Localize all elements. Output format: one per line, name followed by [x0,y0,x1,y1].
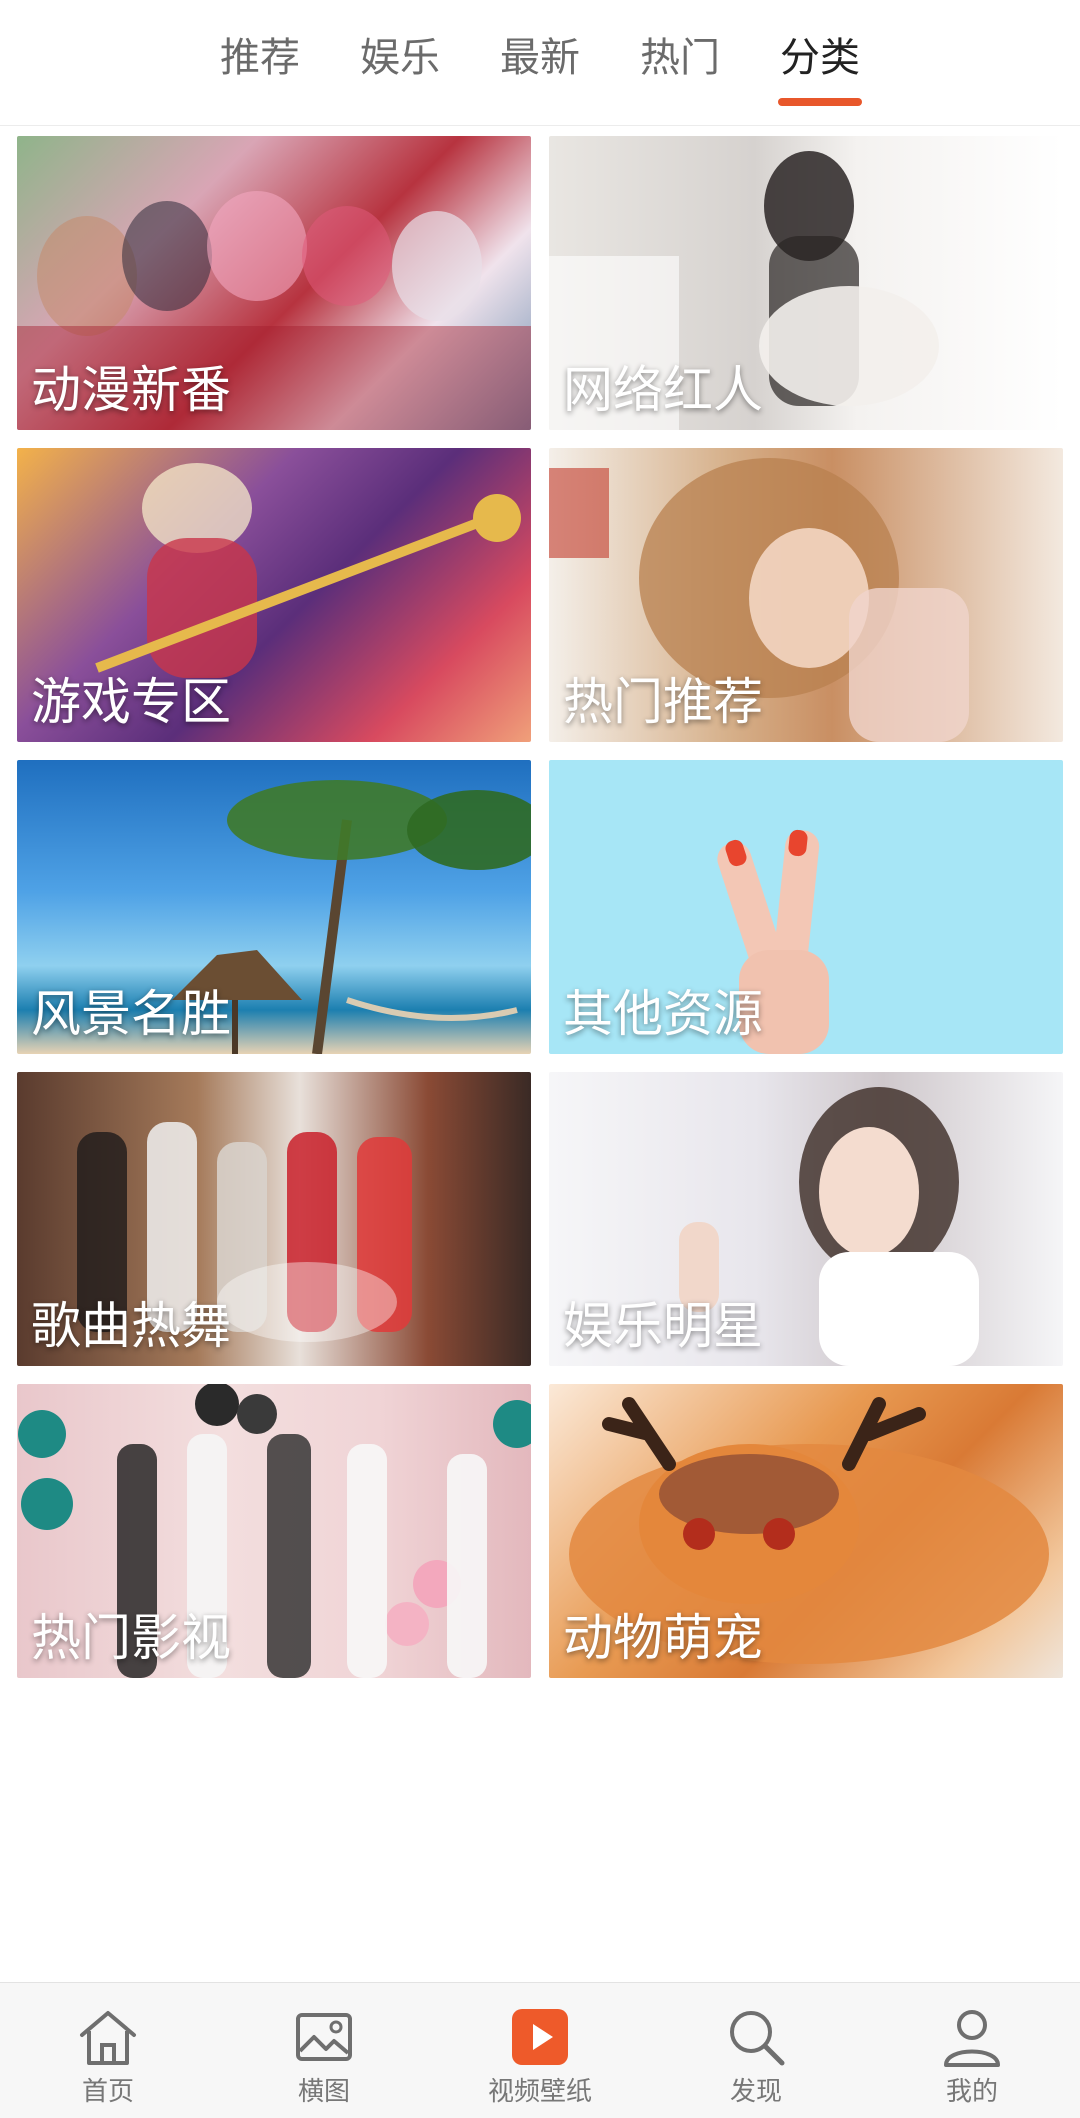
nav-landscape-images[interactable]: 横图 [224,1983,424,2107]
category-label: 热门影视 [31,1609,231,1667]
bottom-navigation: 首页 横图 视频壁纸 发现 我的 [0,1982,1080,2118]
image-icon [290,2003,358,2071]
category-tile-games[interactable]: 游戏专区 [17,448,531,742]
search-icon [722,2003,790,2071]
category-tile-anime[interactable]: 动漫新番 [17,136,531,430]
nav-home[interactable]: 首页 [8,1983,208,2107]
nav-label: 视频壁纸 [487,2077,592,2107]
category-tile-internet-celebs[interactable]: 网络红人 [549,136,1063,430]
category-tile-song-dance[interactable]: 歌曲热舞 [17,1072,531,1366]
category-tile-celebrities[interactable]: 娱乐明星 [549,1072,1063,1366]
nav-discover[interactable]: 发现 [656,1983,856,2107]
tab-latest[interactable]: 最新 [470,34,610,92]
top-tab-bar: 推荐 娱乐 最新 热门 分类 [0,0,1080,126]
category-label: 风景名胜 [31,985,231,1043]
category-tile-pets[interactable]: 动物萌宠 [549,1384,1063,1678]
tab-popular[interactable]: 热门 [610,34,750,92]
nav-video-wallpaper[interactable]: 视频壁纸 [440,1983,640,2107]
nav-label: 横图 [297,2077,350,2107]
category-tile-hot-picks[interactable]: 热门推荐 [549,448,1063,742]
category-label: 动漫新番 [31,361,231,419]
home-icon [74,2003,142,2071]
tab-recommend[interactable]: 推荐 [190,34,330,92]
category-grid: 动漫新番 网络红人 游戏专区 热门推荐 风景名胜 其他资源 歌曲热舞 娱乐明星 … [17,136,1063,1678]
category-label: 热门推荐 [563,673,763,731]
nav-label: 我的 [945,2077,998,2107]
nav-profile[interactable]: 我的 [872,1983,1072,2107]
category-label: 歌曲热舞 [31,1297,231,1355]
category-label: 网络红人 [563,361,763,419]
category-tile-other[interactable]: 其他资源 [549,760,1063,1054]
category-label: 动物萌宠 [563,1609,763,1667]
category-label: 娱乐明星 [563,1297,763,1355]
tab-entertainment[interactable]: 娱乐 [330,34,470,92]
nav-label: 首页 [81,2077,134,2107]
category-tile-scenery[interactable]: 风景名胜 [17,760,531,1054]
category-label: 游戏专区 [31,673,231,731]
user-icon [938,2003,1006,2071]
category-tile-film-tv[interactable]: 热门影视 [17,1384,531,1678]
tab-category[interactable]: 分类 [750,34,890,92]
category-label: 其他资源 [563,985,763,1043]
nav-label: 发现 [729,2077,782,2107]
play-icon [506,2003,574,2071]
